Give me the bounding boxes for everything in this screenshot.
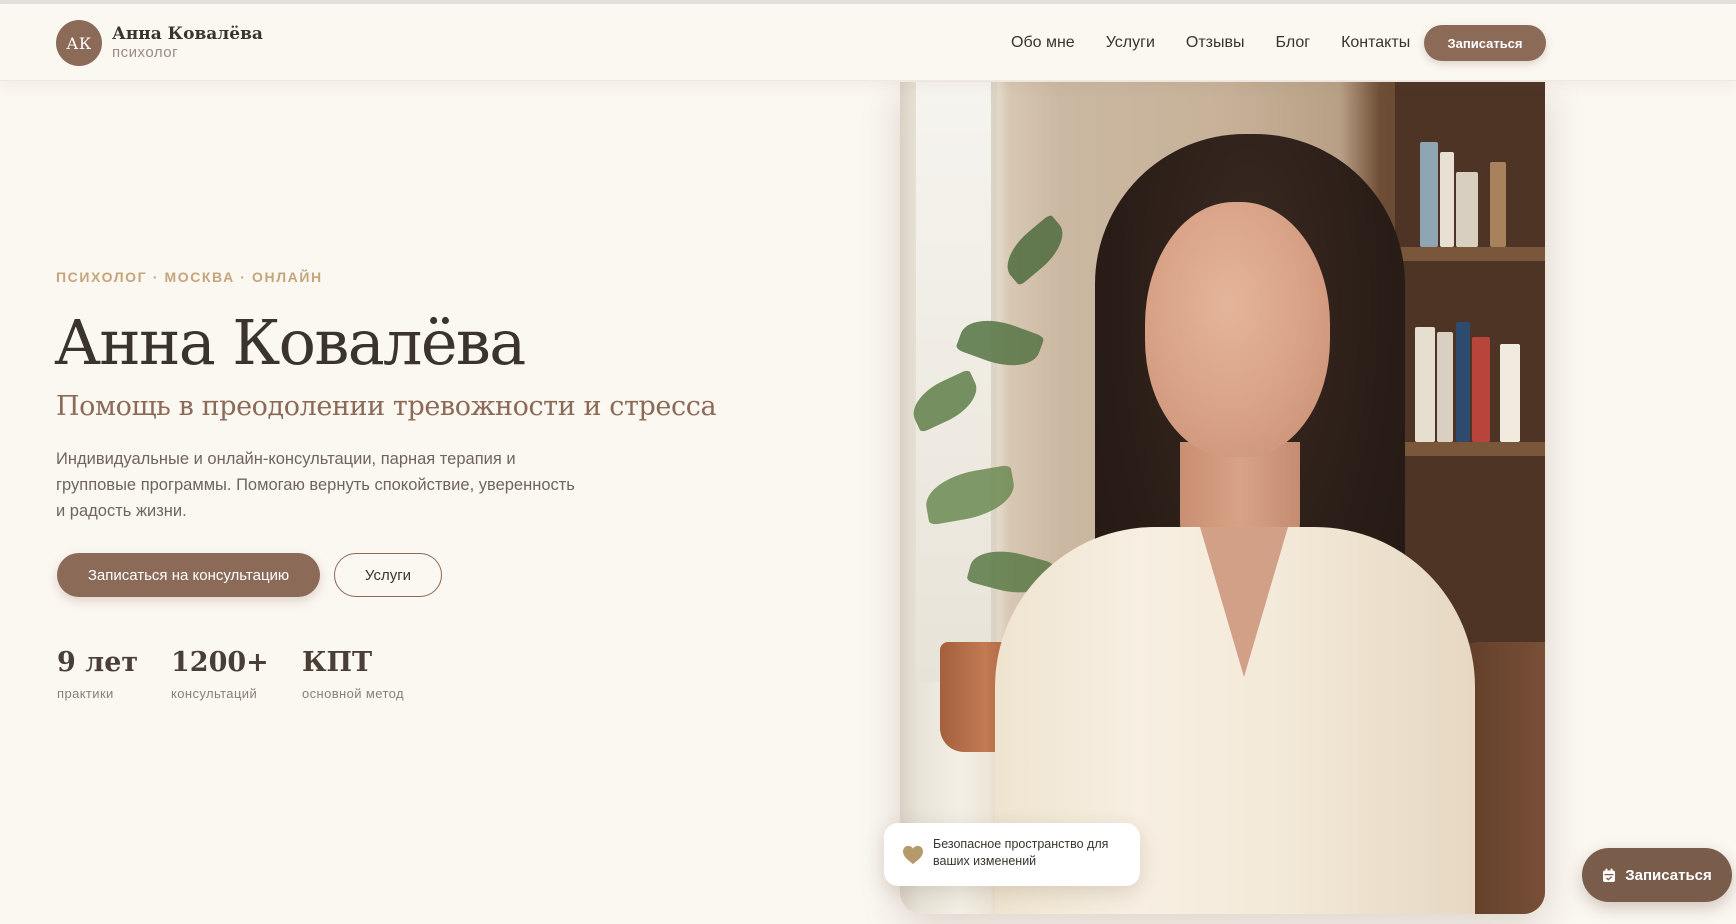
stat-label: практики [57, 686, 114, 701]
stat-value: 1200+ [171, 647, 269, 678]
avatar: АК [56, 20, 102, 66]
stat-value: КПТ [302, 647, 373, 678]
logo-link[interactable]: АК Анна Ковалёва психолог [56, 20, 263, 66]
stat-label: основной метод [302, 686, 405, 701]
nav-link-reviews[interactable]: Отзывы [1186, 34, 1245, 52]
floating-book-button[interactable]: Записаться [1582, 848, 1732, 902]
fab-label: Записаться [1625, 866, 1712, 884]
nav-link-blog[interactable]: Блог [1276, 34, 1311, 52]
site-header: АК Анна Ковалёва психолог Обо мне Услуги… [0, 4, 1736, 81]
badge-text: Безопасное пространство для ваших измене… [933, 837, 1109, 868]
calendar-icon [1603, 868, 1616, 882]
hero-subtitle: Помощь в преодолении тревожности и стрес… [56, 391, 717, 422]
nav-link-contacts[interactable]: Контакты [1341, 34, 1410, 52]
stat-value: 9 лет [57, 647, 139, 678]
hero-title: Анна Ковалёва [54, 306, 526, 379]
portrait-photo [900, 82, 1545, 914]
services-button[interactable]: Услуги [334, 553, 442, 597]
hero-description: Индивидуальные и онлайн-консультации, па… [56, 450, 575, 520]
stat-method: КПТ основной метод [302, 647, 404, 701]
book-consultation-button[interactable]: Записаться на консультацию [57, 553, 320, 597]
nav-link-services[interactable]: Услуги [1106, 34, 1155, 52]
brand-role: психолог [112, 44, 179, 61]
heart-icon [903, 845, 923, 865]
safe-space-badge: Безопасное пространство для ваших измене… [884, 823, 1140, 886]
nav-link-about[interactable]: Обо мне [1011, 34, 1075, 52]
stat-consultations: 1200+ консультаций [171, 647, 269, 701]
stat-experience: 9 лет практики [57, 647, 138, 701]
brand: Анна Ковалёва психолог [112, 24, 263, 61]
stat-label: консультаций [171, 686, 258, 701]
header-book-button[interactable]: Записаться [1424, 25, 1546, 61]
hero-eyebrow: ПСИХОЛОГ · МОСКВА · ОНЛАЙН [56, 269, 323, 285]
main-nav: Обо мне Услуги Отзывы Блог Контакты [1011, 34, 1441, 52]
brand-name: Анна Ковалёва [112, 24, 263, 44]
